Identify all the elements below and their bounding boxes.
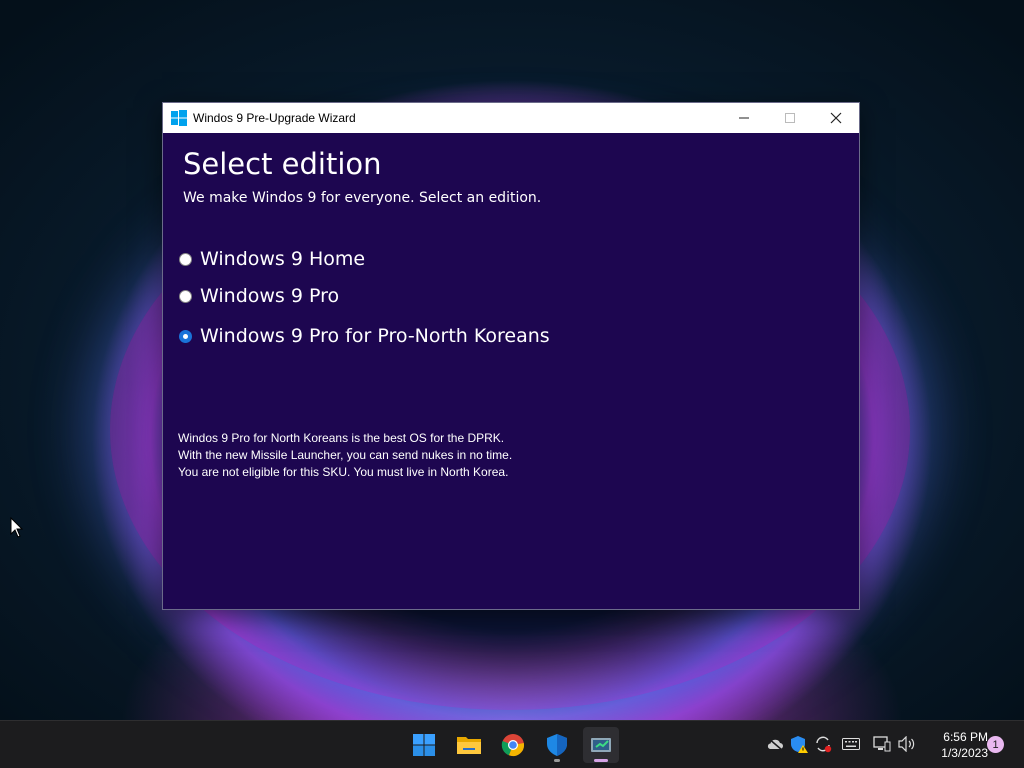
start-button[interactable] (406, 727, 442, 763)
minimize-icon (739, 117, 749, 119)
wizard-taskbar-button[interactable] (583, 727, 619, 763)
cloud-offline-icon (767, 737, 783, 751)
defender-button[interactable] (539, 727, 575, 763)
radio-pro[interactable] (179, 289, 192, 303)
page-title: Select edition (183, 147, 382, 181)
minimize-button[interactable] (721, 103, 767, 133)
network-button[interactable] (871, 733, 893, 755)
wizard-content: Select edition We make Windos 9 for ever… (163, 133, 859, 609)
page-subtitle: We make Windos 9 for everyone. Select an… (183, 190, 542, 206)
title-bar[interactable]: Windos 9 Pre-Upgrade Wizard (163, 103, 859, 133)
security-button[interactable] (788, 733, 810, 755)
mouse-cursor-icon (10, 517, 24, 538)
start-icon (413, 734, 435, 756)
maximize-button[interactable] (767, 103, 813, 133)
network-icon (873, 736, 891, 752)
edition-description: Windos 9 Pro for North Koreans is the be… (178, 430, 512, 481)
edition-label: Windows 9 Pro for Pro-North Koreans (200, 325, 550, 347)
sync-button[interactable] (812, 733, 834, 755)
window-title: Windos 9 Pre-Upgrade Wizard (193, 111, 356, 125)
description-line: With the new Missile Launcher, you can s… (178, 448, 513, 462)
edition-option-home[interactable]: Windows 9 Home (179, 248, 365, 270)
keyboard-button[interactable] (840, 733, 862, 755)
edition-label: Windows 9 Home (200, 248, 366, 270)
running-indicator (554, 759, 560, 762)
edition-option-pro[interactable]: Windows 9 Pro (179, 285, 339, 307)
chrome-icon (501, 734, 524, 757)
notification-badge[interactable]: 1 (987, 736, 1004, 753)
defender-icon (547, 734, 567, 756)
radio-pro-north-korea[interactable] (179, 329, 192, 343)
volume-button[interactable] (896, 733, 918, 755)
clock-date: 1/3/2023 (941, 746, 988, 760)
file-explorer-icon (457, 737, 481, 754)
clock-time: 6:56 PM (943, 730, 988, 744)
onedrive-button[interactable] (764, 733, 786, 755)
description-line: You are not eligible for this SKU. You m… (178, 465, 509, 479)
description-line: Windos 9 Pro for North Koreans is the be… (178, 431, 505, 445)
sync-icon (816, 736, 832, 753)
maximize-icon (785, 113, 795, 123)
close-button[interactable] (813, 103, 859, 133)
windows-logo-icon (171, 110, 187, 126)
close-icon (830, 112, 842, 124)
keyboard-icon (842, 738, 860, 750)
edition-option-pro-north-korea[interactable]: Windows 9 Pro for Pro-North Koreans (179, 325, 550, 347)
desktop-wallpaper: Windos 9 Pre-Upgrade Wizard Select editi… (0, 0, 1024, 720)
clock[interactable]: 6:56 PM 1/3/2023 (926, 729, 988, 761)
volume-icon (898, 736, 915, 752)
wizard-window: Windos 9 Pre-Upgrade Wizard Select editi… (162, 102, 860, 610)
radio-home[interactable] (179, 252, 192, 266)
taskbar: 6:56 PM 1/3/2023 1 (0, 720, 1024, 768)
chrome-button[interactable] (495, 727, 531, 763)
file-explorer-button[interactable] (451, 727, 487, 763)
wizard-icon (591, 738, 611, 752)
active-indicator (594, 759, 608, 762)
edition-label: Windows 9 Pro (200, 285, 340, 307)
security-warning-icon (791, 736, 808, 753)
